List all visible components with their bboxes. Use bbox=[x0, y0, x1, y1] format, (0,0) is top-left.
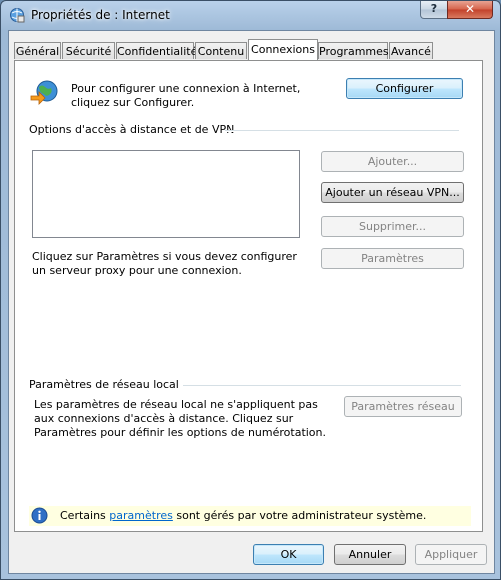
admin-info-bar: Certains paramètres sont gérés par votre… bbox=[29, 506, 471, 526]
info-icon bbox=[31, 507, 48, 524]
dialup-settings-button[interactable]: Paramètres bbox=[321, 248, 464, 269]
tab-connexions[interactable]: Connexions bbox=[248, 39, 318, 60]
dialog-window: Propriétés de : Internet ? ✕ Général Séc… bbox=[0, 0, 501, 580]
internet-options-icon bbox=[10, 8, 25, 23]
admin-info-prefix: Certains bbox=[60, 509, 106, 522]
setup-text: Pour configurer une connexion à Internet… bbox=[71, 82, 301, 109]
connections-listbox[interactable] bbox=[32, 150, 300, 238]
settings-link[interactable]: paramètres bbox=[109, 509, 173, 522]
configure-button[interactable]: Configurer bbox=[346, 78, 463, 99]
window-title: Propriétés de : Internet bbox=[31, 8, 170, 22]
lan-description-text: Les paramètres de réseau local ne s'appl… bbox=[34, 398, 327, 439]
lan-group-divider bbox=[183, 385, 461, 387]
title-bar[interactable]: Propriétés de : Internet ? ✕ bbox=[1, 1, 500, 29]
admin-info-suffix: sont gérés par votre administrateur syst… bbox=[176, 509, 427, 522]
tab-general[interactable]: Général bbox=[14, 42, 61, 59]
ok-button[interactable]: OK bbox=[253, 544, 324, 565]
close-button[interactable]: ✕ bbox=[447, 1, 493, 19]
admin-info-text: Certains paramètres sont gérés par votre… bbox=[60, 509, 426, 523]
dialup-group-title: Options d'accès à distance et de VPN bbox=[29, 123, 235, 136]
lan-settings-button[interactable]: Paramètres réseau bbox=[344, 396, 462, 417]
tab-securite[interactable]: Sécurité bbox=[62, 42, 115, 59]
add-button[interactable]: Ajouter... bbox=[321, 151, 464, 172]
dialog-client: Général Sécurité Confidentialité Contenu… bbox=[8, 30, 495, 574]
lan-group-title: Paramètres de réseau local bbox=[29, 378, 179, 391]
apply-button[interactable]: Appliquer bbox=[415, 544, 487, 565]
tab-panel-connexions: Pour configurer une connexion à Internet… bbox=[14, 60, 483, 532]
dialup-group-divider bbox=[225, 130, 459, 132]
add-vpn-button[interactable]: Ajouter un réseau VPN... bbox=[321, 182, 464, 203]
tab-avance[interactable]: Avancé bbox=[389, 42, 433, 59]
proxy-hint-text: Cliquez sur Paramètres si vous devez con… bbox=[32, 250, 297, 277]
globe-connection-icon bbox=[30, 80, 58, 105]
tab-contenu[interactable]: Contenu bbox=[195, 42, 247, 59]
cancel-button[interactable]: Annuler bbox=[334, 544, 406, 565]
tab-confidentialite[interactable]: Confidentialité bbox=[116, 42, 197, 59]
tab-programmes[interactable]: Programmes bbox=[318, 42, 389, 59]
help-button[interactable]: ? bbox=[420, 1, 448, 19]
remove-button[interactable]: Supprimer... bbox=[321, 216, 464, 237]
